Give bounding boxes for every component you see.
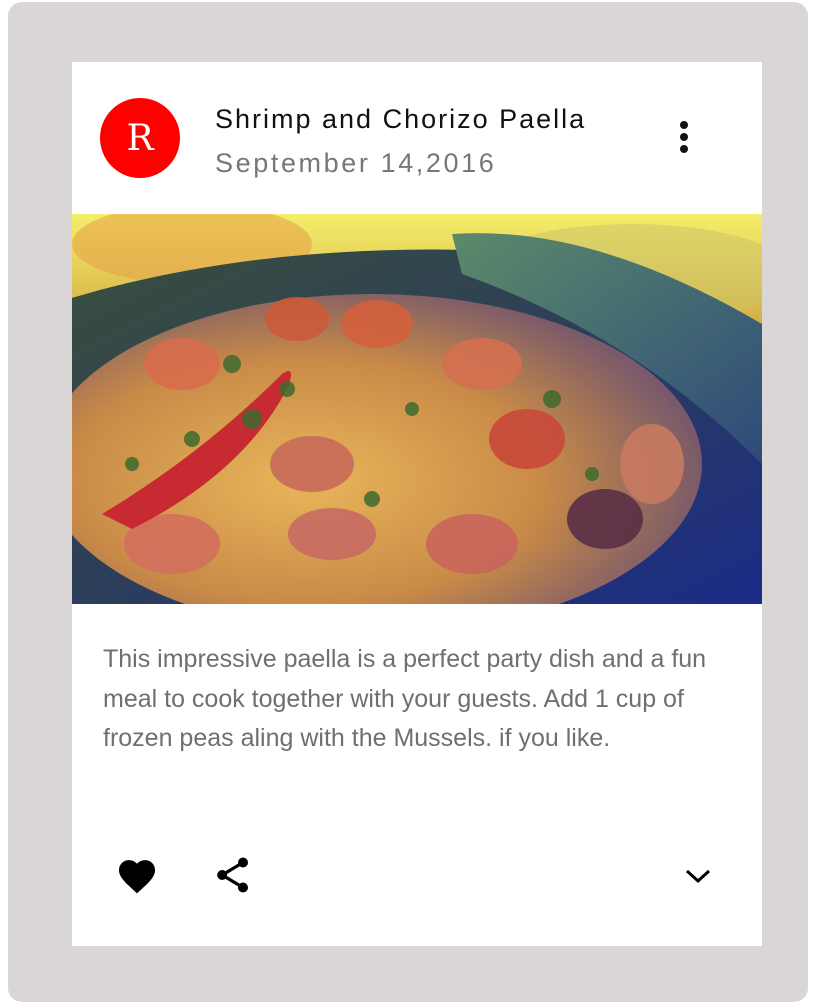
expand-more-icon [685, 869, 711, 884]
like-button[interactable] [112, 850, 162, 900]
expand-button[interactable] [676, 856, 720, 896]
page-frame: R Shrimp and Chorizo Paella September 14… [8, 2, 808, 1002]
paella-image [72, 214, 762, 604]
recipe-card: R Shrimp and Chorizo Paella September 14… [72, 62, 762, 946]
favorite-icon [118, 860, 156, 894]
card-subheader: September 14,2016 [215, 148, 497, 178]
avatar-letter: R [126, 117, 154, 159]
card-title: Shrimp and Chorizo Paella [215, 104, 587, 134]
avatar: R [100, 98, 180, 178]
card-header: R Shrimp and Chorizo Paella September 14… [72, 62, 762, 214]
card-description: This impressive paella is a perfect part… [103, 645, 707, 752]
more-vert-icon [680, 121, 688, 153]
share-icon [217, 857, 248, 893]
more-options-button[interactable] [670, 118, 698, 158]
share-button[interactable] [208, 850, 258, 900]
